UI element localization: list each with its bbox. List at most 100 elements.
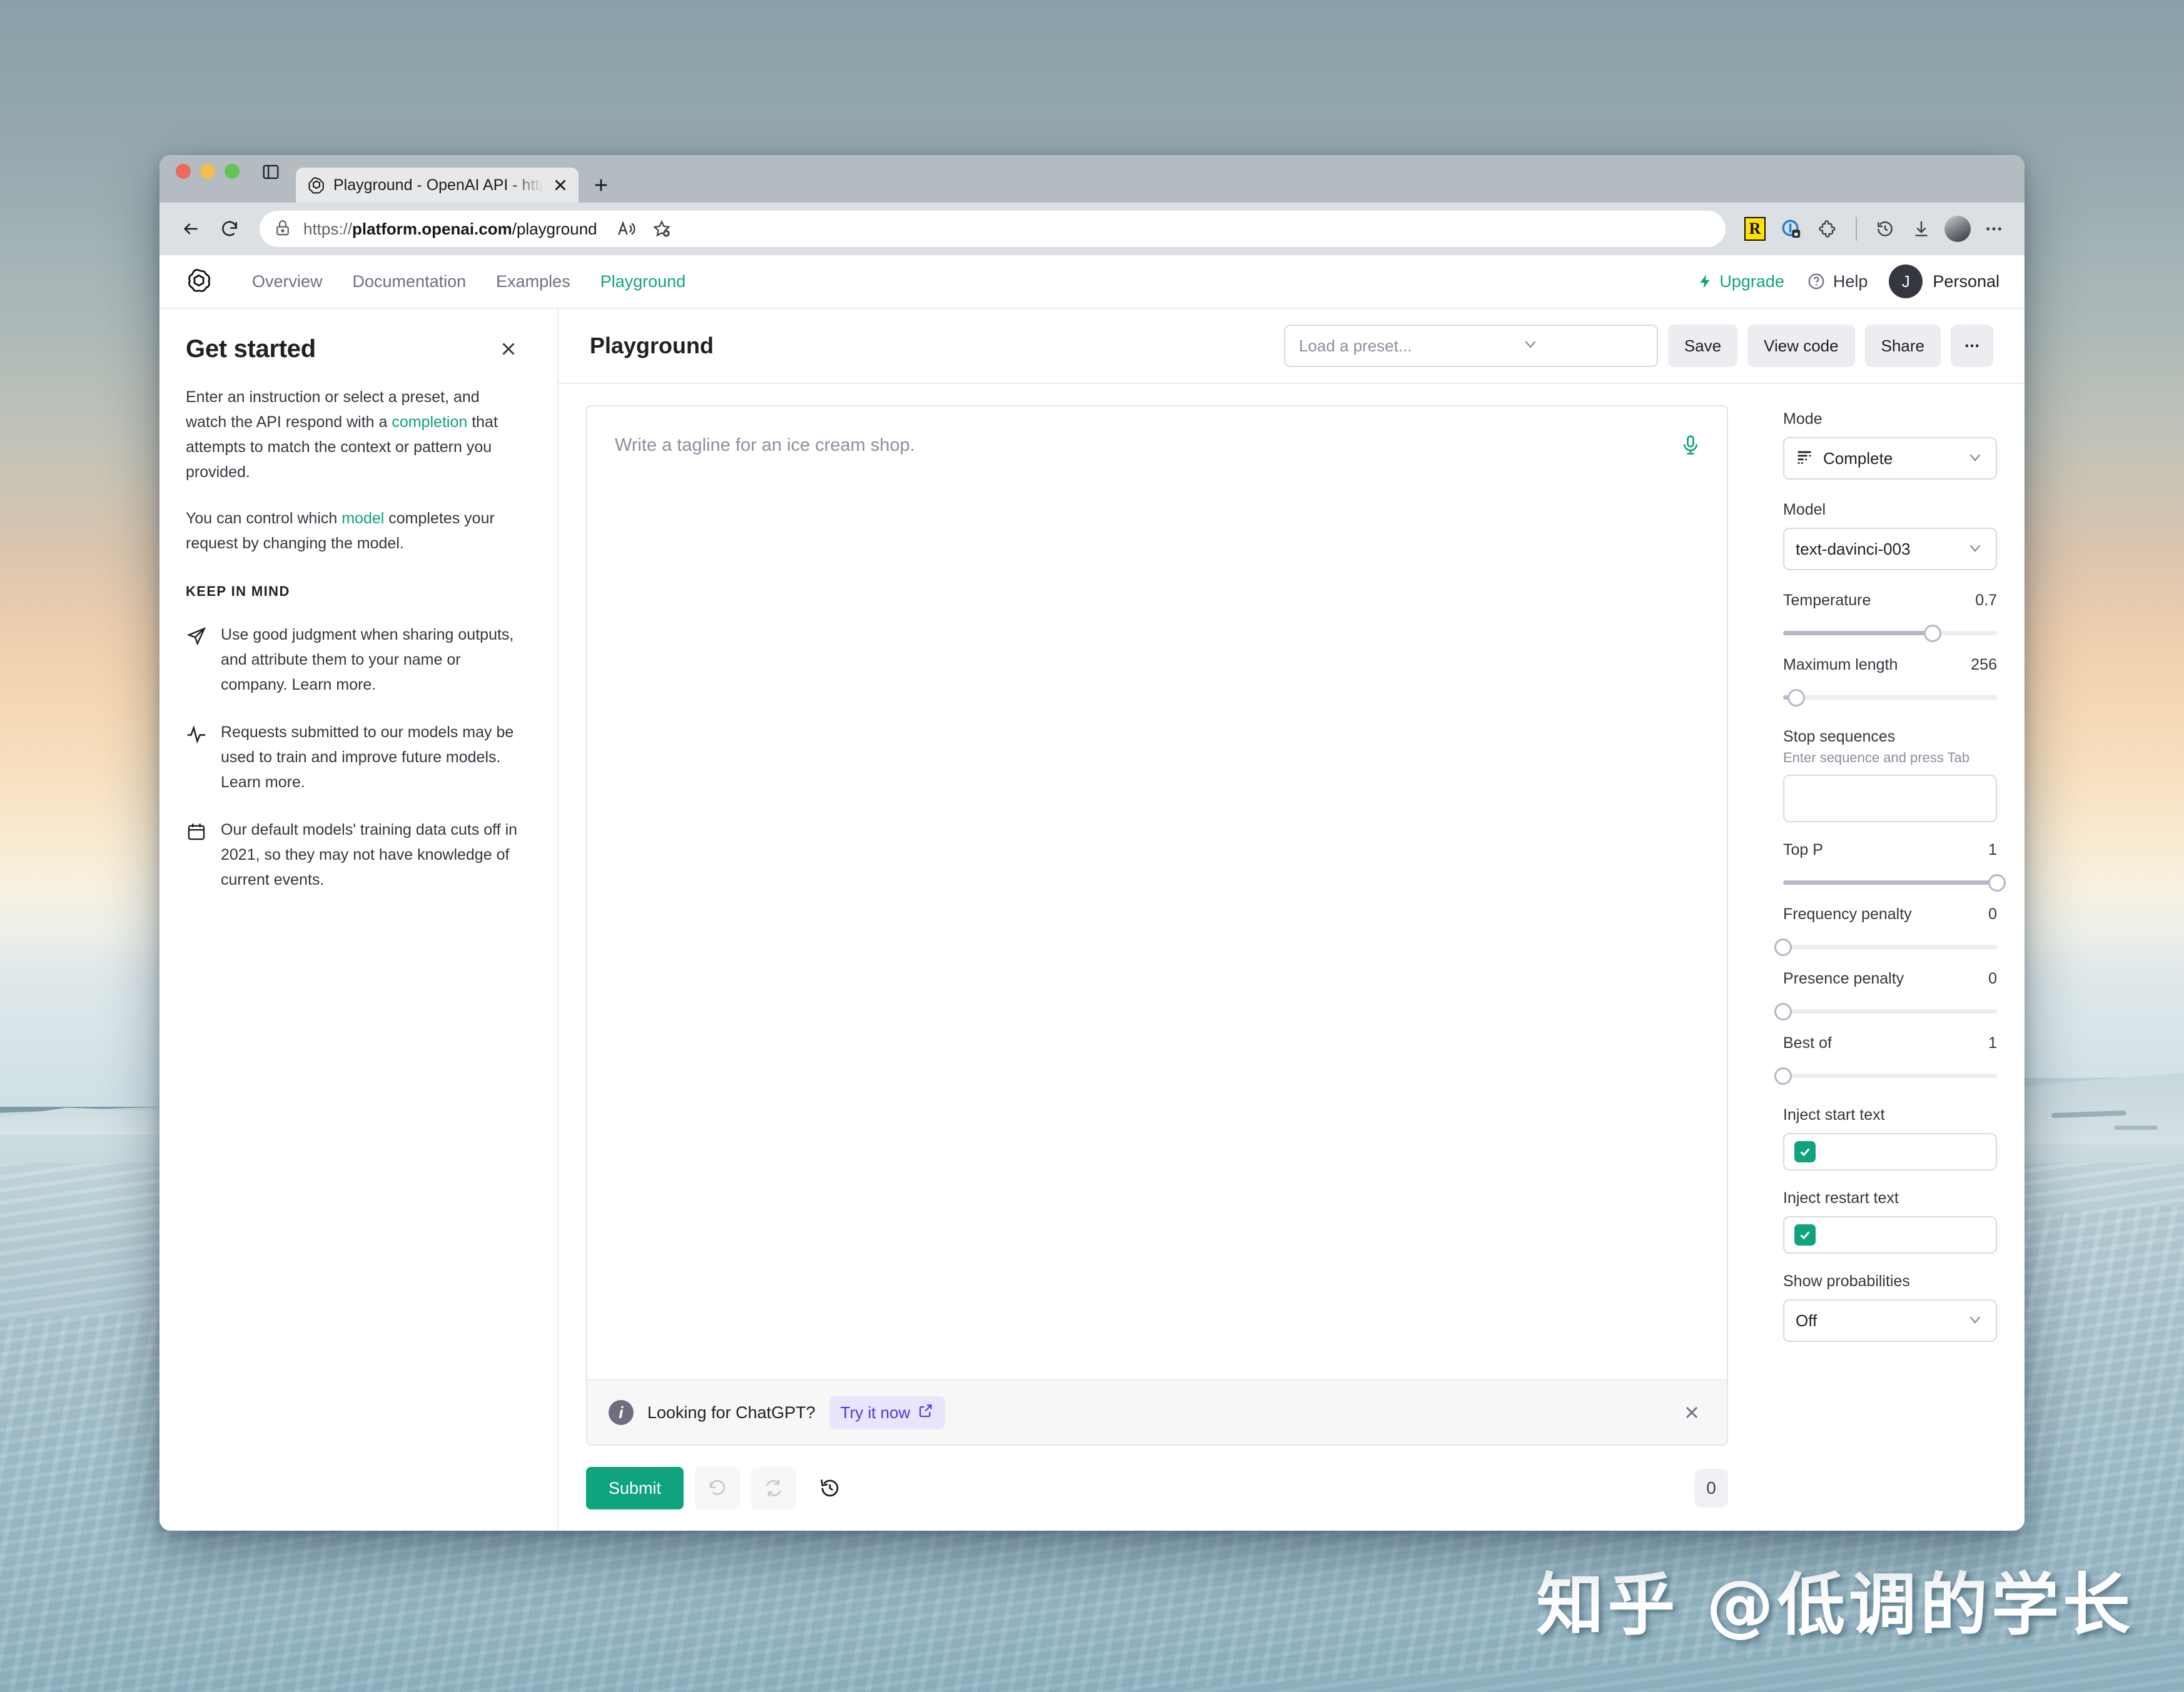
undo-button[interactable] [695,1467,741,1509]
close-icon[interactable] [495,335,522,363]
stop-sequences-label: Stop sequences [1783,728,1896,745]
account-menu[interactable]: J Personal [1889,264,1999,298]
max-length-label: Maximum length [1783,656,1898,673]
toolbar-divider [1856,217,1857,241]
best-of-slider[interactable] [1774,1061,1997,1090]
playground-center-column: Playground Load a preset... Save View co… [559,309,2025,1531]
completion-link[interactable]: completion [392,413,467,431]
regenerate-button[interactable] [751,1467,797,1509]
close-window-button[interactable] [176,164,191,179]
slider-knob[interactable] [1774,1067,1792,1085]
read-aloud-icon[interactable] [609,212,642,246]
new-tab-button[interactable] [584,168,619,203]
more-options-button[interactable] [1951,325,1993,367]
frequency-penalty-row: Frequency penalty 0 [1783,905,1997,932]
inject-restart-checkbox[interactable] [1794,1224,1816,1246]
lightning-icon [1700,274,1710,288]
learn-more-link[interactable]: Learn more [221,773,301,791]
browser-addressbar: https://platform.openai.com/playground R [159,203,2025,255]
playground-header: Playground Load a preset... Save View co… [559,309,2025,384]
calendar-icon [186,817,207,892]
parameters-panel: Mode Complete Model text-davinci-003 Tem… [1756,384,2025,1531]
history-icon[interactable] [1868,212,1902,246]
slider-track [1783,1009,1997,1014]
history-button[interactable] [807,1467,852,1509]
mode-label: Mode [1783,410,1823,428]
inject-start-checkbox[interactable] [1794,1141,1816,1162]
item-text-a: Requests submitted to our models may be … [221,723,514,766]
nav-overview[interactable]: Overview [237,272,338,291]
url-bar[interactable]: https://platform.openai.com/playground [260,211,1726,247]
maximize-window-button[interactable] [225,164,240,179]
save-button[interactable]: Save [1667,325,1738,367]
list-item-text: Our default models' training data cuts o… [221,817,522,892]
extensions-icon[interactable] [1811,212,1844,246]
account-label: Personal [1933,271,1999,291]
learn-more-link[interactable]: Learn more [291,676,372,693]
nav-playground[interactable]: Playground [585,272,701,291]
close-banner-button[interactable] [1678,1399,1706,1426]
paragraph-2-text-a: You can control which [186,510,342,527]
submit-button[interactable]: Submit [586,1467,684,1509]
top-p-slider[interactable] [1783,868,2006,897]
mode-select[interactable]: Complete [1783,437,1997,480]
openai-playground-app: Overview Documentation Examples Playgrou… [159,255,2025,1531]
slider-knob[interactable] [1787,689,1805,707]
help-button[interactable]: Help [1807,272,1889,291]
url-bar-actions [609,212,679,246]
best-of-label: Best of [1783,1034,1832,1052]
minimize-window-button[interactable] [200,164,215,179]
slider-knob[interactable] [1988,874,2006,892]
slider-knob[interactable] [1774,1003,1792,1020]
inject-start-text-input[interactable] [1783,1133,1997,1171]
upgrade-button[interactable]: Upgrade [1697,272,1807,291]
show-probabilities-select[interactable]: Off [1783,1299,1997,1342]
temperature-slider[interactable] [1783,618,1997,647]
privacy-badger-icon[interactable] [1774,212,1808,246]
max-length-slider[interactable] [1783,683,1997,712]
close-tab-button[interactable] [551,176,570,194]
model-link[interactable]: model [341,510,384,527]
slider-knob[interactable] [1924,625,1942,642]
share-button[interactable]: Share [1864,325,1941,367]
model-select[interactable]: text-davinci-003 [1783,528,1997,570]
microphone-icon[interactable] [1679,431,1702,459]
wallpaper-ridge-detail [2114,1125,2158,1130]
profile-avatar-icon[interactable] [1941,212,1974,246]
preset-placeholder: Load a preset... [1298,336,1412,355]
chevron-down-icon [1966,538,1984,560]
stop-sequences-input[interactable] [1783,775,1997,822]
settings-more-icon[interactable] [1977,212,2011,246]
add-favorite-icon[interactable] [645,212,679,246]
presence-penalty-slider[interactable] [1774,997,1997,1025]
get-started-paragraph-1: Enter an instruction or select a preset,… [186,385,522,485]
openai-favicon [307,176,326,194]
nav-documentation[interactable]: Documentation [338,272,482,291]
try-it-now-button[interactable]: Try it now [829,1396,946,1429]
browser-tab[interactable]: Playground - OpenAI API - http [296,168,579,203]
openai-logo[interactable] [185,267,213,296]
presence-penalty-value: 0 [1988,970,1997,987]
temperature-value: 0.7 [1975,592,1997,609]
preset-select[interactable]: Load a preset... [1283,325,1658,367]
prompt-textarea[interactable]: Write a tagline for an ice cream shop. [587,406,1727,1379]
prompt-editor-box: Write a tagline for an ice cream shop. i… [586,405,1728,1446]
temperature-row: Temperature 0.7 [1783,592,1997,618]
frequency-penalty-slider[interactable] [1774,932,1997,961]
nav-examples[interactable]: Examples [481,272,585,291]
tab-actions-icon[interactable] [257,155,285,203]
view-code-button[interactable]: View code [1747,325,1855,367]
app-body: Get started Enter an instruction or sele… [159,309,2025,1531]
inject-restart-text-input[interactable] [1783,1216,1997,1254]
site-lock-icon [273,218,292,240]
downloads-icon[interactable] [1904,212,1938,246]
max-length-value: 256 [1971,656,1997,673]
reload-button[interactable] [212,211,247,246]
slider-knob[interactable] [1774,939,1792,956]
model-label: Model [1783,501,1826,518]
back-button[interactable] [173,211,208,246]
banner-text: Looking for ChatGPT? [647,1402,816,1422]
avatar: J [1889,264,1923,298]
rakuten-icon[interactable]: R [1738,212,1772,246]
help-label: Help [1833,271,1868,291]
